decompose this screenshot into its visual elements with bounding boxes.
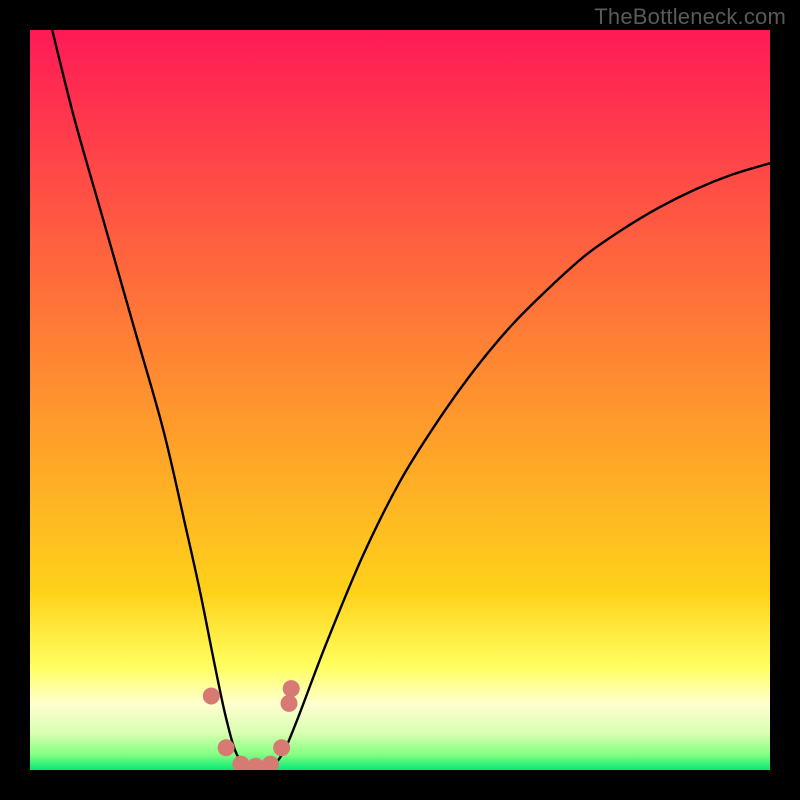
chart-frame: TheBottleneck.com bbox=[0, 0, 800, 800]
data-marker bbox=[281, 695, 298, 712]
chart-svg bbox=[30, 30, 770, 770]
watermark-text: TheBottleneck.com bbox=[594, 4, 786, 30]
data-marker bbox=[283, 680, 300, 697]
data-marker bbox=[203, 688, 220, 705]
data-marker bbox=[218, 739, 235, 756]
plot-area bbox=[30, 30, 770, 770]
data-marker bbox=[273, 739, 290, 756]
